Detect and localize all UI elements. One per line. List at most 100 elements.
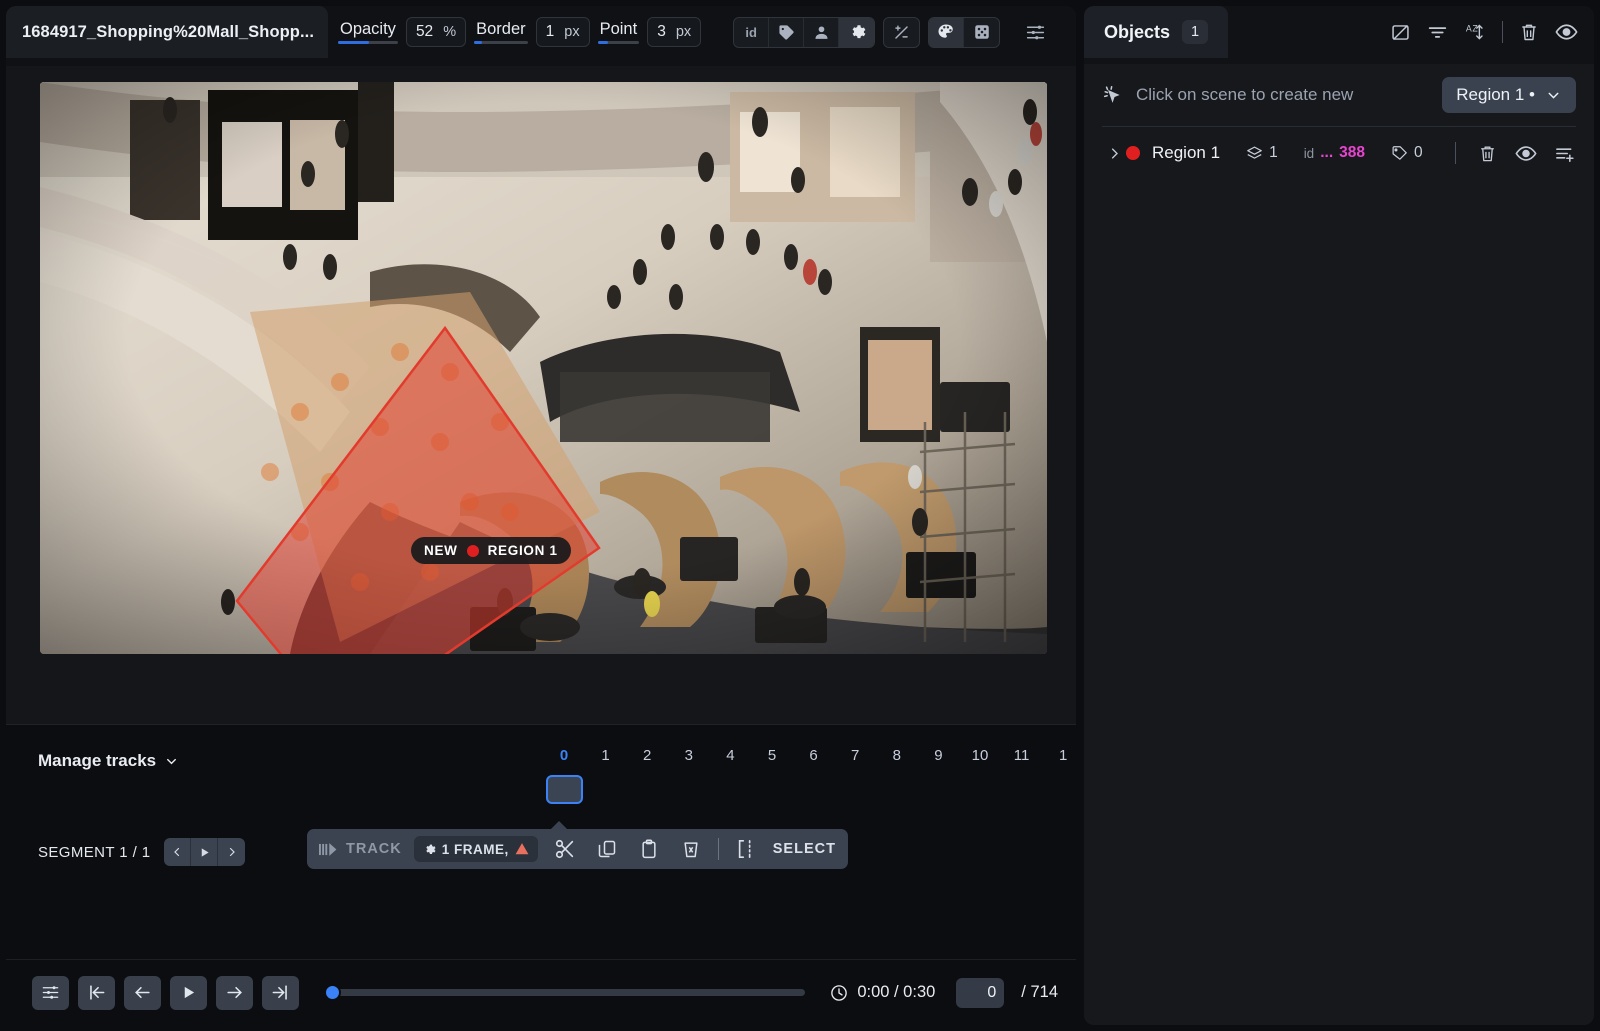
- sort-az-icon[interactable]: AZ: [1464, 22, 1486, 43]
- create-hint-label: Click on scene to create new: [1136, 85, 1430, 105]
- toggle-object-visibility-icon[interactable]: [1515, 144, 1537, 163]
- delete-all-icon[interactable]: [1519, 22, 1539, 42]
- timeline-tick[interactable]: 8: [884, 747, 910, 764]
- play-button[interactable]: [170, 976, 207, 1010]
- region-badge-dot: [467, 545, 479, 557]
- gear-icon[interactable]: [839, 18, 874, 47]
- gear-icon: [423, 843, 436, 856]
- object-id-value: 388: [1339, 144, 1365, 162]
- skip-end-icon: [271, 983, 290, 1002]
- objects-tab-label: Objects: [1104, 22, 1170, 43]
- opacity-value: 52: [416, 23, 433, 41]
- point-control[interactable]: Point: [598, 20, 640, 44]
- opacity-slider[interactable]: [338, 41, 398, 44]
- warning-icon: [515, 842, 529, 856]
- frame-chip[interactable]: 1 FRAME,: [414, 836, 538, 862]
- select-range-button[interactable]: [731, 835, 761, 863]
- timeline-tick[interactable]: 7: [842, 747, 868, 764]
- document-tab[interactable]: 1684917_Shopping%20Mall_Shopp...: [6, 6, 328, 58]
- playback-scrubber[interactable]: [324, 983, 805, 1003]
- scrubber-handle[interactable]: [324, 984, 341, 1001]
- border-input[interactable]: 1 px: [536, 17, 590, 47]
- step-back-button[interactable]: [124, 976, 161, 1010]
- person-icon[interactable]: [804, 18, 839, 47]
- copy-button[interactable]: [592, 835, 622, 863]
- frame-number-input[interactable]: 0: [956, 978, 1004, 1008]
- click-cursor-icon: [1102, 84, 1124, 106]
- app-root: 1684917_Shopping%20Mall_Shopp... Opacity…: [0, 0, 1600, 1031]
- settings-sliders-icon[interactable]: [1018, 18, 1052, 47]
- object-color-dot[interactable]: [1126, 146, 1140, 160]
- border-control[interactable]: Border: [474, 20, 528, 44]
- timeline-tick[interactable]: 10: [967, 747, 993, 764]
- dice-icon[interactable]: [964, 18, 999, 47]
- timeline-ruler[interactable]: 012345678910111: [546, 747, 1076, 773]
- region-badge-new-label: NEW: [424, 543, 458, 558]
- segment-next-button[interactable]: [218, 838, 245, 866]
- timeline-tick[interactable]: 11: [1009, 747, 1035, 764]
- arrow-left-icon: [133, 983, 152, 1002]
- point-input[interactable]: 3 px: [647, 17, 701, 47]
- opacity-control[interactable]: Opacity: [338, 20, 398, 44]
- timeline-frame-cell[interactable]: [546, 775, 583, 804]
- opacity-input[interactable]: 52 %: [406, 17, 466, 47]
- segment-play-button[interactable]: [191, 838, 218, 866]
- object-id-key: id: [1304, 146, 1315, 161]
- object-layers-count: 1: [1269, 144, 1278, 162]
- expand-row-chevron[interactable]: [1102, 146, 1126, 161]
- point-slider[interactable]: [598, 41, 640, 44]
- segment-prev-button[interactable]: [164, 838, 191, 866]
- skip-to-start-button[interactable]: [78, 976, 115, 1010]
- track-icon: [319, 842, 338, 857]
- cut-button[interactable]: [550, 835, 580, 863]
- manage-tracks-button[interactable]: Manage tracks: [38, 751, 179, 771]
- step-forward-button[interactable]: [216, 976, 253, 1010]
- delete-object-icon[interactable]: [1478, 144, 1497, 163]
- timeline-tick[interactable]: 2: [634, 747, 660, 764]
- track-toolbar: TRACK 1 FRAME,: [307, 829, 848, 869]
- timeline-tick[interactable]: 9: [925, 747, 951, 764]
- timeline-tick[interactable]: 1: [593, 747, 619, 764]
- scissors-icon: [554, 838, 576, 860]
- timeline-tick[interactable]: 5: [759, 747, 785, 764]
- paste-button[interactable]: [634, 835, 664, 863]
- color-mode-group: [928, 17, 1000, 48]
- add-to-track-icon[interactable]: [1555, 144, 1576, 163]
- filter-icon[interactable]: [1427, 22, 1448, 43]
- delete-button[interactable]: [676, 835, 706, 863]
- plus-minus-icon[interactable]: [883, 17, 920, 48]
- timeline-tick[interactable]: 3: [676, 747, 702, 764]
- display-options-group: id: [733, 17, 875, 48]
- track-label-group: TRACK: [319, 841, 402, 857]
- region-badge-label: REGION 1: [488, 543, 558, 558]
- timeline-tick[interactable]: 6: [801, 747, 827, 764]
- tab-objects[interactable]: Objects 1: [1084, 6, 1228, 58]
- playback-settings-button[interactable]: [32, 976, 69, 1010]
- id-toggle-button[interactable]: id: [734, 18, 769, 47]
- objects-header: Objects 1 AZ: [1084, 6, 1594, 64]
- visibility-icon[interactable]: [1555, 22, 1578, 42]
- timeline-tick[interactable]: 4: [717, 747, 743, 764]
- border-value: 1: [546, 23, 555, 41]
- table-row[interactable]: Region 1 1 id ... 388 0: [1102, 127, 1576, 179]
- object-id-meta: id ... 388: [1304, 144, 1365, 162]
- timeline-tick[interactable]: 1: [1050, 747, 1076, 764]
- object-type-dropdown[interactable]: Region 1 •: [1442, 77, 1576, 113]
- object-id-ellipsis: ...: [1320, 144, 1333, 162]
- frame-number-value: 0: [987, 984, 996, 1002]
- border-slider[interactable]: [474, 41, 528, 44]
- object-tags-meta: 0: [1391, 144, 1423, 162]
- tag-icon[interactable]: [769, 18, 804, 47]
- hide-image-icon[interactable]: [1390, 22, 1411, 43]
- palette-icon[interactable]: [929, 18, 964, 47]
- skip-to-end-button[interactable]: [262, 976, 299, 1010]
- border-label: Border: [474, 20, 528, 38]
- object-type-value: Region 1 •: [1456, 85, 1535, 105]
- track-label: TRACK: [346, 841, 402, 857]
- toolbar-divider: [718, 838, 719, 860]
- video-frame[interactable]: NEW REGION 1: [40, 82, 1047, 654]
- objects-header-actions: AZ: [1228, 6, 1594, 58]
- timeline-tick[interactable]: 0: [551, 747, 577, 764]
- clock-icon: [830, 984, 848, 1002]
- svg-text:Z: Z: [1472, 23, 1478, 33]
